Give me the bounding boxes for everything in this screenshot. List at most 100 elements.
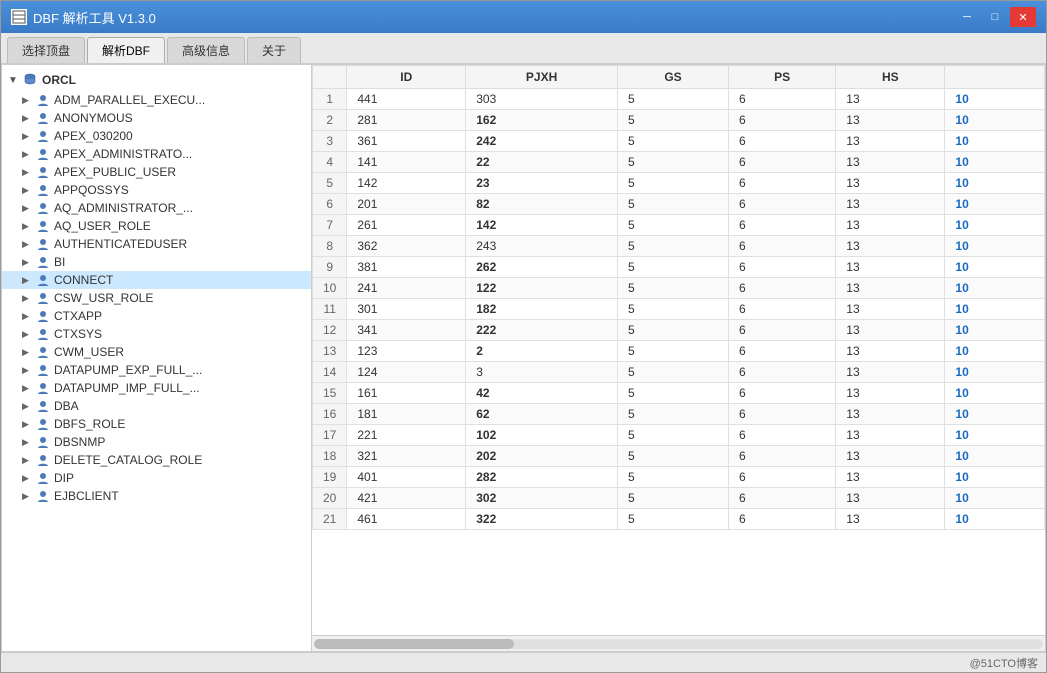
tree-item[interactable]: ▶ EJBCLIENT xyxy=(2,487,311,505)
expand-arrow-icon[interactable]: ▶ xyxy=(22,131,32,142)
expand-arrow-icon[interactable]: ▶ xyxy=(22,221,32,232)
table-row[interactable]: 620182561310 xyxy=(313,194,1045,215)
tree-item[interactable]: ▶ BI xyxy=(2,253,311,271)
cell-pjxh: 42 xyxy=(466,383,618,404)
tree-item[interactable]: ▶ CTXSYS xyxy=(2,325,311,343)
expand-arrow-icon[interactable]: ▶ xyxy=(22,383,32,394)
expand-arrow-icon[interactable]: ▶ xyxy=(22,347,32,358)
tree-root[interactable]: ▼ ORCL xyxy=(2,69,311,91)
tree-item[interactable]: ▶ DBA xyxy=(2,397,311,415)
table-row[interactable]: 20421302561310 xyxy=(313,488,1045,509)
table-row[interactable]: 18321202561310 xyxy=(313,446,1045,467)
expand-arrow-icon[interactable]: ▶ xyxy=(22,491,32,502)
cell-gs: 5 xyxy=(617,446,728,467)
tree-item-label: ADM_PARALLEL_EXECU... xyxy=(54,93,205,107)
table-row[interactable]: 1441303561310 xyxy=(313,89,1045,110)
expand-arrow-icon[interactable]: ▶ xyxy=(22,239,32,250)
tree-item[interactable]: ▶ APPQOSSYS xyxy=(2,181,311,199)
table-row[interactable]: 19401282561310 xyxy=(313,467,1045,488)
expand-arrow-icon[interactable]: ▶ xyxy=(22,257,32,268)
tree-item[interactable]: ▶ DBSNMP xyxy=(2,433,311,451)
expand-arrow-icon[interactable]: ▶ xyxy=(22,185,32,196)
expand-arrow-icon[interactable]: ▶ xyxy=(22,455,32,466)
table-row[interactable]: 12341222561310 xyxy=(313,320,1045,341)
tree-item[interactable]: ▶ AUTHENTICATEDUSER xyxy=(2,235,311,253)
expand-arrow-icon[interactable]: ▶ xyxy=(22,473,32,484)
tab-parse-dbf[interactable]: 解析DBF xyxy=(87,37,165,63)
table-row[interactable]: 1618162561310 xyxy=(313,404,1045,425)
tree-item[interactable]: ▶ CONNECT xyxy=(2,271,311,289)
tree-item[interactable]: ▶ DELETE_CATALOG_ROLE xyxy=(2,451,311,469)
tree-item[interactable]: ▶ ADM_PARALLEL_EXECU... xyxy=(2,91,311,109)
expand-arrow-icon[interactable]: ▶ xyxy=(22,437,32,448)
table-row[interactable]: 3361242561310 xyxy=(313,131,1045,152)
cell-extra: 10 xyxy=(945,152,1045,173)
cell-rownum: 3 xyxy=(313,131,347,152)
expand-arrow-icon[interactable]: ▶ xyxy=(22,311,32,322)
database-icon xyxy=(22,72,38,88)
table-row[interactable]: 7261142561310 xyxy=(313,215,1045,236)
data-table-wrapper[interactable]: ID PJXH GS PS HS 14413035613102281162561… xyxy=(312,65,1045,635)
cell-id: 124 xyxy=(347,362,466,383)
expand-arrow-icon[interactable]: ▶ xyxy=(22,149,32,160)
table-row[interactable]: 8362243561310 xyxy=(313,236,1045,257)
tree-item[interactable]: ▶ APEX_ADMINISTRATO... xyxy=(2,145,311,163)
expand-arrow-icon[interactable]: ▶ xyxy=(22,113,32,124)
cell-id: 362 xyxy=(347,236,466,257)
cell-pjxh: 142 xyxy=(466,215,618,236)
cell-extra: 10 xyxy=(945,446,1045,467)
tab-select-disk[interactable]: 选择顶盘 xyxy=(7,37,85,63)
tree-item[interactable]: ▶ AQ_ADMINISTRATOR_... xyxy=(2,199,311,217)
user-icon xyxy=(36,417,50,431)
cell-extra: 10 xyxy=(945,341,1045,362)
table-row[interactable]: 11301182561310 xyxy=(313,299,1045,320)
expand-arrow-icon[interactable]: ▶ xyxy=(22,365,32,376)
tree-item[interactable]: ▶ DATAPUMP_IMP_FULL_... xyxy=(2,379,311,397)
user-icon xyxy=(36,93,50,107)
table-row[interactable]: 2281162561310 xyxy=(313,110,1045,131)
h-scrollbar-thumb[interactable] xyxy=(314,639,514,649)
expand-arrow-icon[interactable]: ▶ xyxy=(22,95,32,106)
cell-pjxh: 22 xyxy=(466,152,618,173)
expand-arrow-icon[interactable]: ▶ xyxy=(22,293,32,304)
tree-item-label: APEX_PUBLIC_USER xyxy=(54,165,176,179)
collapse-icon[interactable]: ▼ xyxy=(8,75,18,86)
tree-area[interactable]: ▼ ORCL ▶ ADM_PARALLEL_EXECU...▶ ANO xyxy=(2,65,311,651)
expand-arrow-icon[interactable]: ▶ xyxy=(22,203,32,214)
table-row[interactable]: 514223561310 xyxy=(313,173,1045,194)
expand-arrow-icon[interactable]: ▶ xyxy=(22,401,32,412)
tree-item-label: APEX_ADMINISTRATO... xyxy=(54,147,192,161)
tree-item[interactable]: ▶ APEX_PUBLIC_USER xyxy=(2,163,311,181)
tree-item[interactable]: ▶ CTXAPP xyxy=(2,307,311,325)
table-row[interactable]: 1516142561310 xyxy=(313,383,1045,404)
expand-arrow-icon[interactable]: ▶ xyxy=(22,419,32,430)
h-scrollbar-track[interactable] xyxy=(314,639,1043,649)
tree-item[interactable]: ▶ CWM_USER xyxy=(2,343,311,361)
h-scrollbar-area[interactable] xyxy=(312,635,1045,651)
cell-rownum: 17 xyxy=(313,425,347,446)
tab-about[interactable]: 关于 xyxy=(247,37,301,63)
table-row[interactable]: 141243561310 xyxy=(313,362,1045,383)
table-row[interactable]: 17221102561310 xyxy=(313,425,1045,446)
table-row[interactable]: 9381262561310 xyxy=(313,257,1045,278)
expand-arrow-icon[interactable]: ▶ xyxy=(22,167,32,178)
tree-item[interactable]: ▶ DIP xyxy=(2,469,311,487)
expand-arrow-icon[interactable]: ▶ xyxy=(22,329,32,340)
tab-advanced-info[interactable]: 高级信息 xyxy=(167,37,245,63)
tree-item[interactable]: ▶ DBFS_ROLE xyxy=(2,415,311,433)
close-button[interactable]: ✕ xyxy=(1010,7,1036,27)
tree-item[interactable]: ▶ CSW_USR_ROLE xyxy=(2,289,311,307)
table-row[interactable]: 21461322561310 xyxy=(313,509,1045,530)
cell-hs: 13 xyxy=(836,110,945,131)
table-row[interactable]: 131232561310 xyxy=(313,341,1045,362)
expand-arrow-icon[interactable]: ▶ xyxy=(22,275,32,286)
user-icon xyxy=(36,399,50,413)
table-row[interactable]: 10241122561310 xyxy=(313,278,1045,299)
tree-item[interactable]: ▶ ANONYMOUS xyxy=(2,109,311,127)
minimize-button[interactable]: ─ xyxy=(954,7,980,27)
restore-button[interactable]: □ xyxy=(982,7,1008,27)
table-row[interactable]: 414122561310 xyxy=(313,152,1045,173)
tree-item[interactable]: ▶ DATAPUMP_EXP_FULL_... xyxy=(2,361,311,379)
tree-item[interactable]: ▶ AQ_USER_ROLE xyxy=(2,217,311,235)
tree-item[interactable]: ▶ APEX_030200 xyxy=(2,127,311,145)
